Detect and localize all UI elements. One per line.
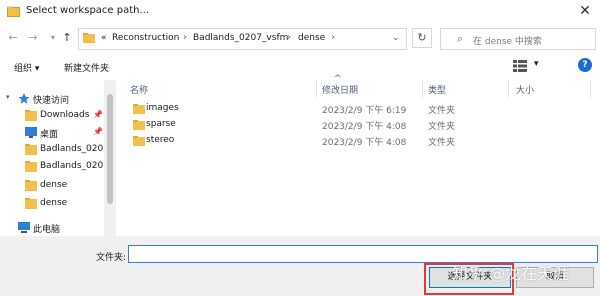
file-type: 文件夹 bbox=[428, 122, 456, 132]
column-header-size[interactable]: 大小 bbox=[516, 83, 534, 96]
sidebar-item-quick-access[interactable]: ▾ 快速访问 bbox=[0, 90, 104, 107]
sidebar-scrollbar-thumb[interactable] bbox=[107, 94, 113, 204]
sidebar-item-downloads[interactable]: Downloads 📌 bbox=[0, 107, 104, 124]
pin-icon: 📌 bbox=[93, 110, 103, 119]
folder-icon bbox=[25, 144, 37, 155]
search-box[interactable]: ⌕ 在 dense 中搜索 bbox=[440, 28, 596, 50]
sidebar-item-desktop[interactable]: 桌面 📌 bbox=[0, 124, 104, 141]
breadcrumb-separator[interactable]: › bbox=[183, 32, 187, 43]
sidebar-item-dense-2[interactable]: dense bbox=[0, 195, 104, 212]
column-divider[interactable] bbox=[590, 80, 591, 98]
navigation-bar: ← → ▾ ↑ « Reconstruction › Badlands_0207… bbox=[0, 24, 600, 54]
breadcrumb-separator[interactable]: › bbox=[331, 32, 335, 43]
folder-icon bbox=[133, 136, 145, 146]
forward-button[interactable]: → bbox=[26, 30, 40, 46]
organize-button[interactable]: 组织 ▾ bbox=[14, 61, 39, 74]
file-row[interactable]: stereo 2023/2/9 下午 4:08 文件夹 bbox=[116, 133, 600, 149]
column-divider[interactable] bbox=[508, 80, 509, 98]
sidebar-item-dense-1[interactable]: dense bbox=[0, 177, 104, 194]
window-title: Select workspace path... bbox=[26, 5, 150, 16]
file-name: sparse bbox=[146, 119, 176, 129]
folder-icon bbox=[25, 198, 37, 209]
column-headers: ^ 名称 修改日期 类型 大小 bbox=[116, 74, 600, 98]
search-icon: ⌕ bbox=[457, 32, 464, 45]
column-header-modified[interactable]: 修改日期 bbox=[322, 83, 358, 96]
address-dropdown-icon[interactable]: ⌄ bbox=[392, 33, 400, 43]
back-button[interactable]: ← bbox=[6, 30, 20, 46]
file-row[interactable]: images 2023/2/9 下午 6:19 文件夹 bbox=[116, 101, 600, 117]
title-bar: Select workspace path... ✕ bbox=[0, 0, 600, 24]
breadcrumb-separator[interactable]: › bbox=[287, 32, 291, 43]
folder-icon bbox=[25, 110, 37, 121]
column-divider[interactable] bbox=[316, 80, 317, 98]
column-header-type[interactable]: 类型 bbox=[428, 83, 446, 96]
breadcrumb-overflow[interactable]: « bbox=[101, 33, 107, 43]
help-icon[interactable]: ? bbox=[578, 58, 592, 72]
folder-field-label: 文件夹: bbox=[96, 253, 127, 263]
view-dropdown-icon[interactable]: ▾ bbox=[534, 59, 539, 69]
close-icon[interactable]: ✕ bbox=[570, 0, 600, 24]
file-modified: 2023/2/9 下午 4:08 bbox=[322, 122, 407, 132]
sidebar-item-badlands-2[interactable]: Badlands_0207 bbox=[0, 158, 104, 175]
breadcrumb-badlands[interactable]: Badlands_0207_vsfm bbox=[193, 33, 288, 43]
computer-icon bbox=[18, 222, 30, 233]
address-bar[interactable]: « Reconstruction › Badlands_0207_vsfm › … bbox=[78, 28, 407, 50]
app-icon bbox=[7, 6, 20, 17]
navigation-pane: ▾ 快速访问 Downloads 📌 桌面 📌 Badlands_0207 Ba… bbox=[0, 80, 104, 236]
folder-icon bbox=[25, 161, 37, 172]
desktop-icon bbox=[25, 127, 37, 138]
command-bar: 组织 ▾ 新建文件夹 ▾ ? bbox=[0, 56, 600, 78]
file-modified: 2023/2/9 下午 6:19 bbox=[322, 106, 407, 116]
folder-icon bbox=[83, 33, 95, 43]
search-placeholder: 在 dense 中搜索 bbox=[473, 37, 542, 47]
file-type: 文件夹 bbox=[428, 138, 456, 148]
recent-dropdown-icon[interactable]: ▾ bbox=[46, 30, 60, 46]
file-name: stereo bbox=[146, 135, 175, 145]
file-type: 文件夹 bbox=[428, 106, 456, 116]
refresh-button[interactable]: ↻ bbox=[412, 28, 432, 48]
sidebar-item-this-pc[interactable]: 此电脑 bbox=[0, 219, 104, 236]
file-modified: 2023/2/9 下午 4:08 bbox=[322, 138, 407, 148]
star-icon bbox=[18, 93, 30, 104]
folder-icon bbox=[133, 120, 145, 130]
view-options-icon[interactable] bbox=[513, 60, 527, 72]
collapse-chevron-icon[interactable]: ▾ bbox=[6, 93, 10, 101]
file-row[interactable]: sparse 2023/2/9 下午 4:08 文件夹 bbox=[116, 117, 600, 133]
folder-icon bbox=[25, 180, 37, 191]
breadcrumb-reconstruction[interactable]: Reconstruction bbox=[112, 33, 179, 43]
sidebar-item-badlands-1[interactable]: Badlands_0207 bbox=[0, 141, 104, 158]
file-name: images bbox=[146, 103, 179, 113]
breadcrumb-dense[interactable]: dense bbox=[298, 33, 325, 43]
folder-icon bbox=[133, 104, 145, 114]
column-header-name[interactable]: 名称 bbox=[130, 83, 148, 96]
watermark-text: 知乎 @龙在天涯 bbox=[452, 264, 570, 283]
column-divider[interactable] bbox=[422, 80, 423, 98]
new-folder-button[interactable]: 新建文件夹 bbox=[64, 61, 109, 74]
up-button[interactable]: ↑ bbox=[60, 30, 74, 46]
pin-icon: 📌 bbox=[93, 127, 103, 136]
